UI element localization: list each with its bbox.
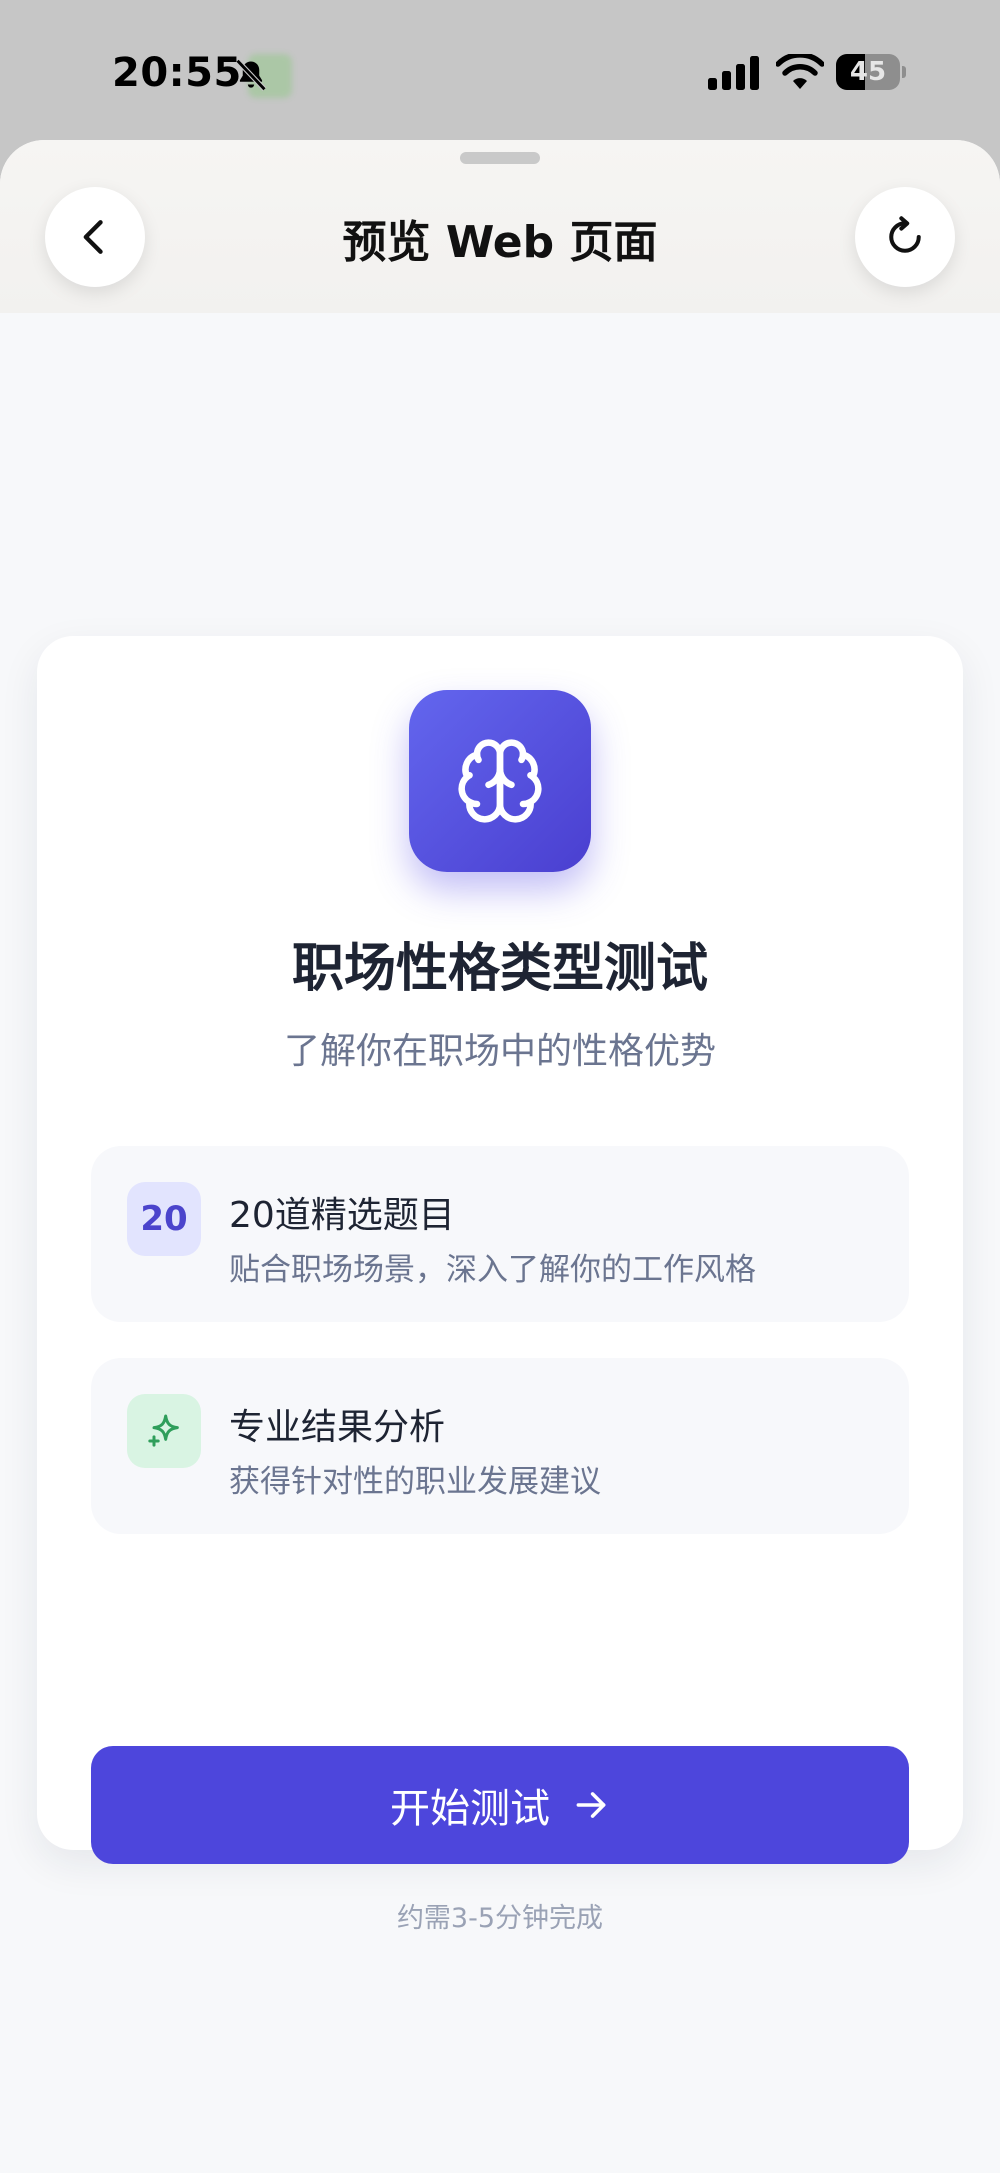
brain-icon <box>458 739 542 823</box>
test-logo <box>409 690 591 872</box>
feature-item-questions: 20 20道精选题目 贴合职场场景，深入了解你的工作风格 <box>91 1146 909 1322</box>
reload-button[interactable] <box>855 187 955 287</box>
battery-icon: 45 <box>836 54 906 90</box>
web-preview-sheet: 预览 Web 页面 职场性格类型测试 了解你在职场中的性格优势 20 20道精选… <box>0 140 1000 2173</box>
start-test-button[interactable]: 开始测试 <box>91 1746 909 1864</box>
bell-slash-icon <box>235 59 267 91</box>
test-intro-card: 职场性格类型测试 了解你在职场中的性格优势 20 20道精选题目 贴合职场场景，… <box>37 636 963 1934</box>
feature-title: 20道精选题目 <box>229 1195 455 1236</box>
arrow-right-icon <box>576 1792 606 1818</box>
cellular-signal-icon <box>708 56 759 90</box>
test-subtitle: 了解你在职场中的性格优势 <box>283 1031 716 1072</box>
back-button[interactable] <box>45 187 145 287</box>
status-time: 20:55 <box>112 50 242 96</box>
feature-item-analysis: 专业结果分析 获得针对性的职业发展建议 <box>91 1358 909 1534</box>
start-test-label: 开始测试 <box>390 1786 550 1832</box>
question-count-badge: 20 <box>127 1182 201 1256</box>
wifi-icon <box>776 54 824 89</box>
analysis-badge <box>127 1394 201 1468</box>
sheet-header: 预览 Web 页面 <box>0 140 1000 313</box>
feature-title: 专业结果分析 <box>229 1407 446 1448</box>
feature-description: 贴合职场场景，深入了解你的工作风格 <box>229 1252 756 1288</box>
status-bar: 20:55 45 <box>0 0 1000 145</box>
test-title: 职场性格类型测试 <box>291 939 708 999</box>
feature-description: 获得针对性的职业发展建议 <box>229 1464 601 1500</box>
sparkle-icon <box>148 1414 179 1447</box>
blurred-background-text <box>32 56 122 96</box>
refresh-icon <box>889 216 921 253</box>
sheet-grabber-handle[interactable] <box>460 152 540 164</box>
battery-percent: 45 <box>849 57 887 87</box>
chevron-left-icon <box>83 220 103 254</box>
duration-note: 约需3-5分钟完成 <box>396 1903 604 1934</box>
page-title: 预览 Web 页面 <box>342 217 658 268</box>
